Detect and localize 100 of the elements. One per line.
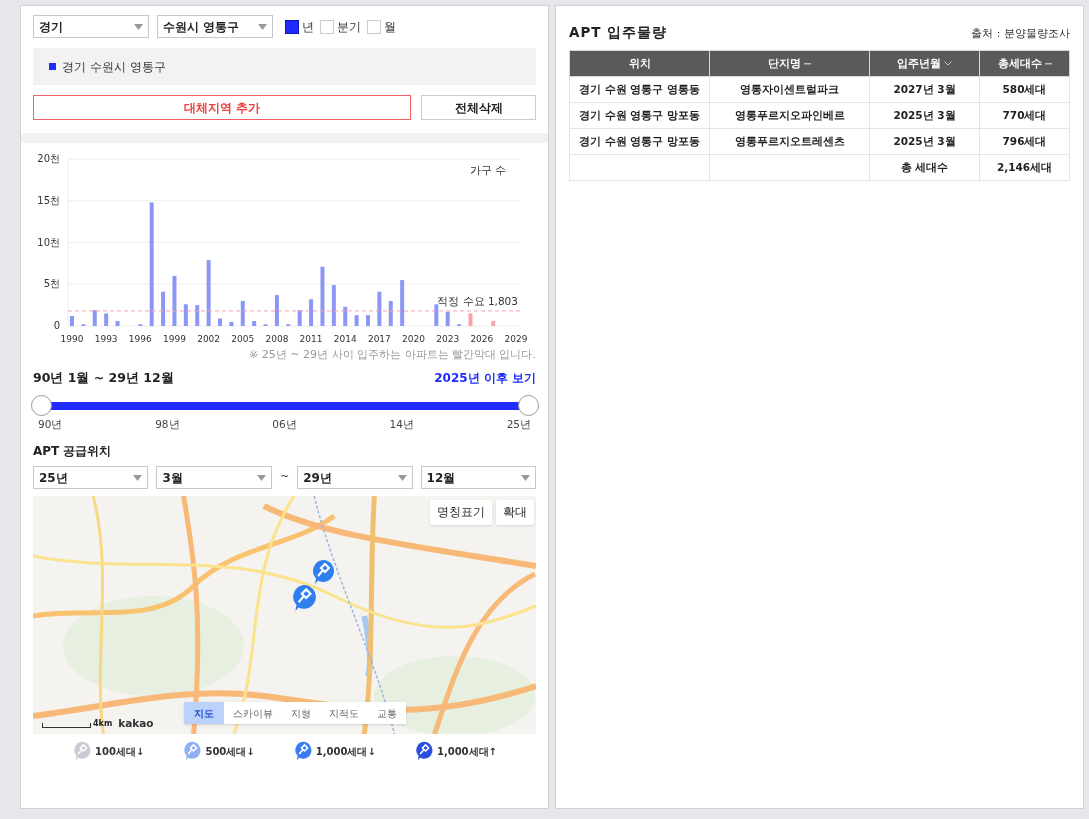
bar [104, 313, 109, 326]
total-label: 총 세대수 [869, 154, 980, 181]
sort-chevron-icon [944, 61, 952, 67]
bar [172, 275, 177, 326]
marker-icon [72, 741, 93, 761]
legend-label: 100세대↓ [95, 744, 145, 759]
range-tick-label: 06년 [272, 417, 297, 433]
table-cell: 796세대 [979, 128, 1070, 155]
bar [274, 295, 279, 326]
map-control-button[interactable]: 확대 [496, 500, 534, 525]
map-control-button[interactable]: 명칭표기 [430, 500, 492, 525]
map-type-tab[interactable]: 지적도 [320, 702, 368, 724]
supply-title: APT 공급위치 [33, 443, 113, 460]
range-thumb[interactable] [31, 395, 52, 417]
range-tick-label: 98년 [155, 417, 180, 433]
bar [70, 316, 74, 326]
add-region-button[interactable]: 대체지역 추가 [33, 95, 411, 120]
table-cell: 2025년 3월 [869, 102, 980, 129]
legend-label: 500세대↓ [205, 744, 255, 759]
table-cell: 580세대 [979, 76, 1070, 103]
to-month-select[interactable]: 12월 [420, 466, 537, 489]
x-tick-label: 1990 [60, 334, 84, 344]
table-cell: 2027년 3월 [869, 76, 980, 103]
dropdown-caret-icon [133, 474, 143, 481]
map-type-tab[interactable]: 지형 [282, 702, 320, 724]
column-header[interactable]: 입주년월 [869, 50, 980, 77]
from-month-select[interactable]: 3월 [156, 466, 272, 489]
marker-icon [292, 741, 313, 761]
map-type-tab[interactable]: 교통 [368, 702, 406, 724]
bar [377, 291, 382, 326]
table-cell: 경기 수원 영통구 망포동 [569, 102, 710, 129]
region-label: 경기 수원시 영통구 [62, 58, 166, 76]
legend-label: 1,000세대↑ [436, 744, 497, 759]
bar [195, 305, 200, 326]
bar [240, 300, 245, 326]
sort-dash-icon [804, 62, 811, 65]
dropdown-caret-icon [256, 474, 266, 481]
period-label: 월 [384, 18, 396, 36]
bar [229, 321, 234, 326]
dropdown-caret-icon [521, 474, 531, 481]
period-label: 분기 [337, 18, 361, 36]
from-year-select[interactable]: 25년 [33, 466, 149, 489]
map-pin-icon [310, 559, 336, 585]
bar [161, 291, 166, 326]
total-value: 2,146세대 [979, 154, 1070, 181]
x-tick-label: 2029 [504, 334, 528, 344]
bar [354, 315, 359, 326]
table-title: APT 입주물량 [569, 23, 668, 42]
bar [92, 310, 97, 326]
clear-all-button[interactable]: 전체삭제 [421, 95, 536, 120]
table-cell: 영통푸르지오파인베르 [709, 102, 870, 129]
table-cell: 770세대 [979, 102, 1070, 129]
legend-label: 가구 수 [469, 164, 506, 177]
bar [331, 285, 336, 326]
bar [115, 321, 120, 326]
legend-label: 1,000세대↓ [315, 744, 376, 759]
bar [343, 306, 348, 326]
y-tick-label: 15천 [37, 194, 60, 206]
bar [183, 304, 188, 326]
dropdown-caret-icon [258, 23, 267, 30]
map-type-tab[interactable]: 지도 [184, 702, 224, 724]
bar [388, 300, 393, 326]
scale-bar [42, 723, 91, 728]
marker-icon [182, 741, 203, 761]
column-header[interactable]: 총세대수 [979, 50, 1070, 77]
x-tick-label: 2026 [470, 334, 494, 344]
map-pin-icon [290, 584, 318, 612]
map[interactable]: 명칭표기 확대 지도 스카이뷰 지형 지적도 교통 4km kakao [33, 496, 536, 734]
after-2025-link[interactable]: 2025년 이후 보기 [434, 368, 536, 387]
column-header[interactable]: 위치 [569, 50, 710, 77]
sort-dash-icon [1044, 62, 1052, 65]
bar [252, 321, 257, 326]
chart-note: ※ 25년 ~ 29년 사이 입주하는 아파트는 빨간막대 입니다. [248, 347, 536, 363]
range-tick-label: 14년 [389, 417, 414, 433]
x-tick-label: 2008 [265, 334, 289, 344]
period-label: 년 [302, 18, 314, 36]
x-tick-label: 2017 [367, 334, 391, 344]
province-select[interactable]: 경기 [33, 15, 149, 38]
table-cell: 영통푸르지오트레센츠 [709, 128, 870, 155]
range-tick-label: 25년 [506, 417, 531, 433]
x-tick-label: 2020 [402, 334, 425, 344]
map-type-tab[interactable]: 스카이뷰 [224, 702, 282, 724]
y-tick-label: 0 [53, 320, 60, 331]
range-separator: ~ [279, 469, 290, 486]
demand-label: 적정 수요 1,803 [437, 294, 518, 307]
y-tick-label: 10천 [37, 236, 60, 248]
x-tick-label: 2011 [299, 334, 323, 344]
bar [491, 321, 496, 326]
range-thumb[interactable] [518, 395, 539, 417]
to-year-select[interactable]: 29년 [297, 466, 413, 489]
y-tick-label: 20천 [37, 153, 60, 164]
period-checkbox[interactable] [285, 19, 299, 34]
table-cell: 영통자이센트럴파크 [709, 76, 870, 103]
x-tick-label: 2023 [436, 334, 460, 344]
table-cell: 경기 수원 영통구 망포동 [569, 128, 710, 155]
x-tick-label: 1999 [163, 334, 186, 344]
bar [309, 299, 314, 326]
column-header[interactable]: 단지명 [709, 50, 870, 77]
source-label: 출처 : 분양물량조사 [971, 25, 1070, 42]
district-select[interactable]: 수원시 영통구 [157, 15, 273, 38]
